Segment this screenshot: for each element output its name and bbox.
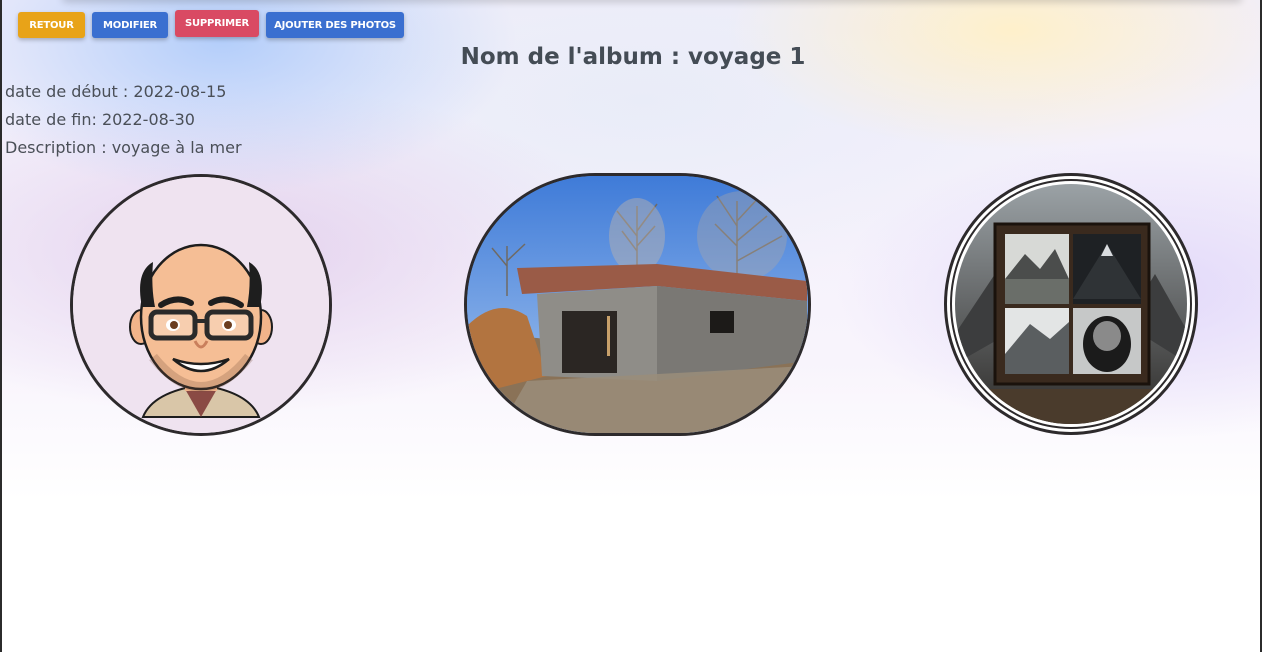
edit-button[interactable]: MODIFIER [92,12,168,38]
photo-frame-ring [950,179,1192,429]
album-description: Description : voyage à la mer [5,138,242,157]
house-image [467,176,808,433]
photo-frame-content [955,184,1187,424]
album-end-date: date de fin: 2022-08-30 [5,110,195,129]
album-start-date: date de début : 2022-08-15 [5,82,227,101]
album-page: RETOUR MODIFIER SUPPRIMER AJOUTER DES PH… [0,0,1262,652]
album-title: Nom de l'album : voyage 1 [460,44,806,70]
back-button[interactable]: RETOUR [18,12,85,38]
photo-house[interactable] [464,173,811,436]
photo-avatar[interactable] [70,174,332,436]
delete-button[interactable]: SUPPRIMER [175,10,259,37]
avatar-image [73,177,329,433]
photo-mountains-frame[interactable] [944,173,1198,435]
action-toolbar: RETOUR MODIFIER SUPPRIMER AJOUTER DES PH… [18,10,404,38]
add-photos-button[interactable]: AJOUTER DES PHOTOS [266,12,404,38]
mountains-image [955,184,1187,424]
